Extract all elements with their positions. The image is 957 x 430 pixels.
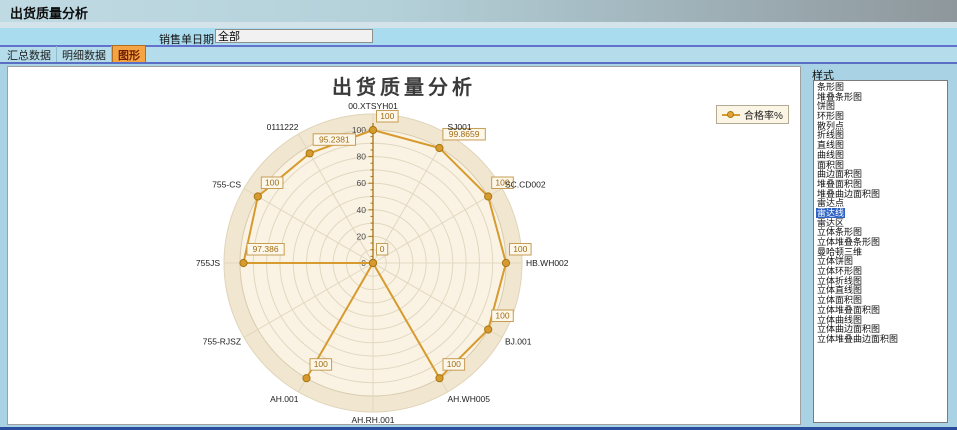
category-label: AH.001 [270,394,299,404]
category-label: AH.RH.001 [352,415,395,424]
data-point [436,144,443,151]
data-point [306,150,313,157]
category-label: 0111222 [267,122,299,132]
svg-text:60: 60 [357,178,367,188]
legend-marker-icon [722,110,740,119]
svg-text:97.386: 97.386 [253,244,279,254]
svg-text:95.2381: 95.2381 [319,134,350,144]
chart-title: 出货质量分析 [8,71,800,100]
window-title-bar: 出货质量分析 [0,0,957,22]
data-point [240,259,247,266]
data-point [485,193,492,200]
data-point [502,259,509,266]
app-window: 出货质量分析 销售单日期 汇总数据 明细数据 图形 0 20 40 60 80 100 10… [0,0,957,430]
chart-legend: 合格率% [716,105,789,124]
radar-chart: 02040608010010099.8659100100100100010097… [8,67,800,424]
category-label: 00.XTSYH01 [348,101,398,111]
tab-summary-data[interactable]: 汇总数据 [2,46,57,64]
svg-text:100: 100 [380,111,394,121]
category-label: AH.WH005 [448,394,491,404]
style-option[interactable]: 立体堆叠曲边面积图 [816,335,947,345]
legend-label: 合格率% [744,107,783,122]
svg-text:100: 100 [513,244,527,254]
tab-bar: 汇总数据 明细数据 图形 [0,47,957,62]
data-point [369,126,376,133]
data-point [485,326,492,333]
sales-date-input[interactable] [215,29,373,43]
svg-text:100: 100 [314,359,328,369]
data-point [369,259,376,266]
page-title: 出货质量分析 [10,3,88,22]
data-point [303,375,310,382]
svg-text:80: 80 [357,152,367,162]
category-label: 755JS [196,258,220,268]
content-area: 02040608010010099.8659100100100100010097… [0,62,957,430]
style-listbox[interactable]: 条形图堆叠条形图饼图环形图散列点折线图直线图曲线图面积图曲边面积图堆叠面积图堆叠… [813,80,948,423]
svg-text:40: 40 [357,205,367,215]
svg-text:100: 100 [495,311,509,321]
category-label: 755-RJSZ [203,337,241,347]
data-point [436,375,443,382]
category-label: 755-CS [212,180,241,190]
data-point [254,193,261,200]
tab-detail-data[interactable]: 明细数据 [57,46,112,64]
chart-panel: 02040608010010099.8659100100100100010097… [7,66,801,425]
category-label: HB.WH002 [526,258,569,268]
filter-row: 销售单日期 [0,28,957,45]
svg-text:0: 0 [380,244,385,254]
category-label: SC.CD002 [505,180,546,190]
svg-text:20: 20 [357,231,367,241]
svg-text:100: 100 [447,359,461,369]
category-label: BJ.001 [505,337,532,347]
svg-text:100: 100 [265,178,279,188]
category-label: SJ001 [448,122,472,132]
